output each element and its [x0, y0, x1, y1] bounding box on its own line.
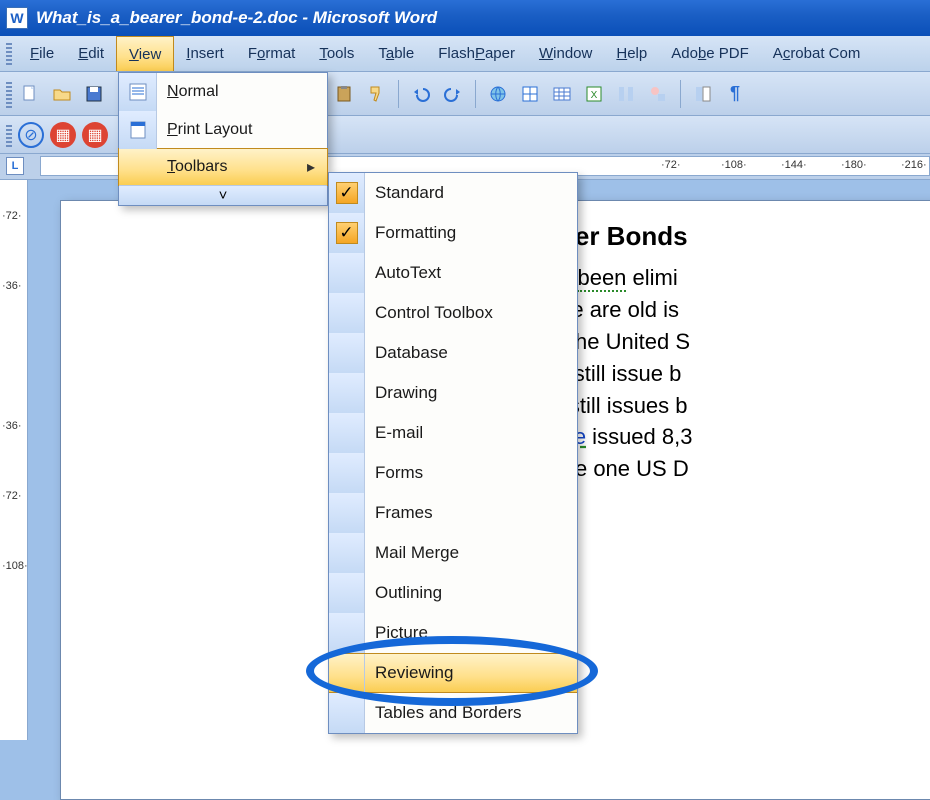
menu-acrobat-comments[interactable]: Acrobat Com	[761, 36, 873, 71]
toolbar-forms[interactable]: Forms	[329, 453, 577, 493]
pdf-icon-2[interactable]: ▦	[82, 122, 108, 148]
format-painter-button[interactable]	[362, 80, 390, 108]
ruler-mark: ·180·	[841, 159, 867, 171]
view-toolbars[interactable]: Toolbars ▸	[118, 148, 328, 186]
check-icon: ✓	[336, 182, 358, 204]
toolbar-reviewing[interactable]: Reviewing	[329, 653, 577, 693]
toolbar-database[interactable]: Database	[329, 333, 577, 373]
svg-text:X: X	[591, 90, 598, 101]
submenu-arrow-icon: ▸	[307, 157, 327, 177]
toolbar-tables-borders[interactable]: Tables and Borders	[329, 693, 577, 733]
open-button[interactable]	[48, 80, 76, 108]
menu-view[interactable]: View	[116, 36, 174, 71]
toolbar-control-toolbox[interactable]: Control Toolbox	[329, 293, 577, 333]
menu-tools[interactable]: Tools	[307, 36, 366, 71]
redo-button[interactable]	[439, 80, 467, 108]
menu-help[interactable]: Help	[604, 36, 659, 71]
tab-selector[interactable]: L	[6, 157, 24, 175]
new-doc-button[interactable]	[16, 80, 44, 108]
toolbar-outlining[interactable]: Outlining	[329, 573, 577, 613]
app-icon: W	[6, 7, 28, 29]
ruler-mark: ·216·	[901, 159, 927, 171]
view-normal[interactable]: Normal	[119, 73, 327, 111]
ruler-mark: ·144·	[781, 159, 807, 171]
insert-excel-button[interactable]: X	[580, 80, 608, 108]
ruler-mark: ·72·	[661, 159, 681, 171]
toolbar-autotext[interactable]: AutoText	[329, 253, 577, 293]
menu-file[interactable]: File	[18, 36, 66, 71]
toolbar-drawing[interactable]: Drawing	[329, 373, 577, 413]
toolbar-mail-merge[interactable]: Mail Merge	[329, 533, 577, 573]
window-title: What_is_a_bearer_bond-e-2.doc - Microsof…	[36, 8, 437, 28]
menu-insert[interactable]: Insert	[174, 36, 236, 71]
toolbar-grip[interactable]	[6, 123, 12, 147]
view-menu-dropdown: Normal Print Layout Toolbars ▸ ˅	[118, 72, 328, 206]
menu-edit[interactable]: Edit	[66, 36, 116, 71]
toolbar-email[interactable]: E-mail	[329, 413, 577, 453]
grammar-underline: been	[577, 265, 626, 292]
vruler-mark: ·36·	[2, 420, 22, 432]
view-menu-expand[interactable]: ˅	[119, 185, 327, 205]
circle-icon[interactable]: ⊘	[18, 122, 44, 148]
show-hide-button[interactable]: ¶	[721, 80, 749, 108]
paste-button[interactable]	[330, 80, 358, 108]
toolbar-picture[interactable]: Picture	[329, 613, 577, 653]
save-button[interactable]	[80, 80, 108, 108]
menu-format[interactable]: Format	[236, 36, 308, 71]
toolbar-grip[interactable]	[6, 42, 12, 65]
menu-bar: File Edit View Insert Format Tools Table…	[0, 36, 930, 72]
insert-table-button[interactable]	[548, 80, 576, 108]
toolbar-frames[interactable]: Frames	[329, 493, 577, 533]
menu-table[interactable]: Table	[366, 36, 426, 71]
tables-borders-button[interactable]	[516, 80, 544, 108]
chevron-down-icon: ˅	[219, 187, 228, 204]
vruler-mark: ·36·	[2, 280, 22, 292]
menu-window[interactable]: Window	[527, 36, 604, 71]
doc-map-button[interactable]	[689, 80, 717, 108]
title-bar: W What_is_a_bearer_bond-e-2.doc - Micros…	[0, 0, 930, 36]
vruler-mark: ·72·	[2, 210, 22, 222]
toolbar-grip[interactable]	[6, 80, 12, 108]
view-print-layout[interactable]: Print Layout	[119, 111, 327, 149]
toolbars-submenu: ✓ Standard ✓ Formatting AutoText Control…	[328, 172, 578, 734]
vruler-mark: ·108·	[2, 560, 28, 572]
columns-button[interactable]	[612, 80, 640, 108]
hyperlink-button[interactable]	[484, 80, 512, 108]
vertical-ruler[interactable]: ·72· ·36· ·36· ·72· ·108·	[0, 180, 28, 740]
vruler-mark: ·72·	[2, 490, 22, 502]
ruler-mark: ·108·	[721, 159, 747, 171]
drawing-button[interactable]	[644, 80, 672, 108]
undo-button[interactable]	[407, 80, 435, 108]
check-icon: ✓	[336, 222, 358, 244]
toolbar-formatting[interactable]: ✓ Formatting	[329, 213, 577, 253]
pdf-icon-1[interactable]: ▦	[50, 122, 76, 148]
menu-flashpaper[interactable]: FlashPaper	[426, 36, 527, 71]
toolbar-standard[interactable]: ✓ Standard	[329, 173, 577, 213]
menu-adobe-pdf[interactable]: Adobe PDF	[659, 36, 761, 71]
